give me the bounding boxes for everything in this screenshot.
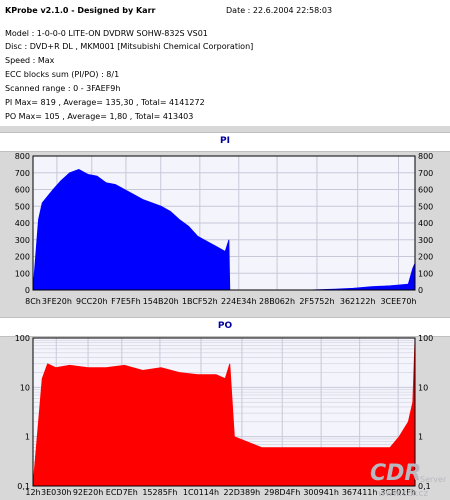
y-tick-label-left: 500 (15, 202, 30, 211)
cdr-server-watermark: CDR Server www.cdr.cz (370, 461, 447, 499)
x-tick-label: 362122h (340, 297, 376, 306)
y-tick-label-right: 10 (418, 383, 428, 392)
x-tick-label: 15285Fh (142, 488, 177, 497)
y-tick-label-right: 500 (418, 202, 433, 211)
pi-stats: PI Max= 819 , Average= 135,30 , Total= 4… (5, 98, 205, 107)
svg-text:CDR: CDR (370, 461, 421, 486)
scan-info-header: KProbe v2.1.0 - Designed by Karr Date : … (0, 0, 450, 126)
y-tick-label-left: 700 (15, 169, 30, 178)
x-tick-label: 2F5752h (299, 297, 334, 306)
x-tick-label: 92E20h (73, 488, 103, 497)
x-tick-label: 1C0114h (183, 488, 219, 497)
y-tick-label-right: 600 (418, 186, 433, 195)
y-tick-label-left: 10 (20, 383, 30, 392)
x-tick-label: 3FE20h (42, 297, 72, 306)
y-tick-label-left: 800 (15, 152, 30, 161)
y-tick-label-left: 200 (15, 253, 30, 262)
x-tick-label: 154B20h (143, 297, 179, 306)
y-tick-label-left: 1 (25, 433, 30, 442)
x-tick-label: 22D389h (224, 488, 261, 497)
kprobe-window: KProbe v2.1.0 - Designed by Karr Date : … (0, 0, 450, 500)
ecc-blocks: ECC blocks sum (PI/PO) : 8/1 (5, 70, 120, 79)
pi-chart: 0 0 100 100 200 200 300 300 400 400 500 500 600 600 70… (15, 152, 434, 306)
scan-date: Date : 22.6.2004 22:58:03 (226, 6, 333, 15)
x-tick-label: ECD7Eh (106, 488, 138, 497)
po-stats: PO Max= 105 , Average= 1,80 , Total= 413… (5, 112, 194, 121)
y-tick-label-right: 700 (418, 169, 433, 178)
y-tick-label-right: 100 (418, 269, 433, 278)
x-tick-label: 3E030h (41, 488, 71, 497)
y-tick-label-left: 0 (25, 286, 30, 295)
svg-text:www.cdr.cz: www.cdr.cz (378, 489, 428, 499)
x-tick-label: 28B062h (259, 297, 295, 306)
speed-info: Speed : Max (5, 56, 55, 65)
y-tick-label-left: 100 (15, 269, 30, 278)
x-tick-label: 9CC20h (76, 297, 108, 306)
y-tick-label-right: 400 (418, 219, 433, 228)
y-tick-label-right: 800 (418, 152, 433, 161)
y-tick-label-left: 100 (15, 334, 30, 343)
y-tick-label-right: 100 (418, 334, 433, 343)
x-tick-label: F7E5Fh (111, 297, 141, 306)
x-tick-label: 224E34h (221, 297, 257, 306)
app-title: KProbe v2.1.0 - Designed by Karr (5, 6, 156, 15)
svg-text:Server: Server (420, 475, 447, 484)
pi-panel: PI 0 0 100 100 200 200 300 300 400 400 500 500 600 60… (0, 126, 450, 311)
y-tick-label-left: 300 (15, 236, 30, 245)
y-tick-label-right: 1 (418, 433, 423, 442)
x-tick-label: 300941h (303, 488, 339, 497)
x-tick-label: 12h (25, 488, 40, 497)
y-tick-label-right: 300 (418, 236, 433, 245)
disc-info: Disc : DVD+R DL , MKM001 [Mitsubishi Che… (5, 42, 254, 51)
y-tick-label-right: 0 (418, 286, 423, 295)
x-tick-label: 3CEE70h (380, 297, 416, 306)
y-tick-label-left: 400 (15, 219, 30, 228)
scanned-range: Scanned range : 0 - 3FAEF9h (5, 84, 121, 93)
y-tick-label-left: 600 (15, 186, 30, 195)
x-tick-label: 1BCF52h (182, 297, 218, 306)
y-tick-label-right: 200 (418, 253, 433, 262)
x-tick-label: 298D4Fh (264, 488, 300, 497)
x-tick-label: 8Ch (25, 297, 41, 306)
drive-model: Model : 1-0-0-0 LITE-ON DVDRW SOHW-832S … (5, 29, 208, 38)
